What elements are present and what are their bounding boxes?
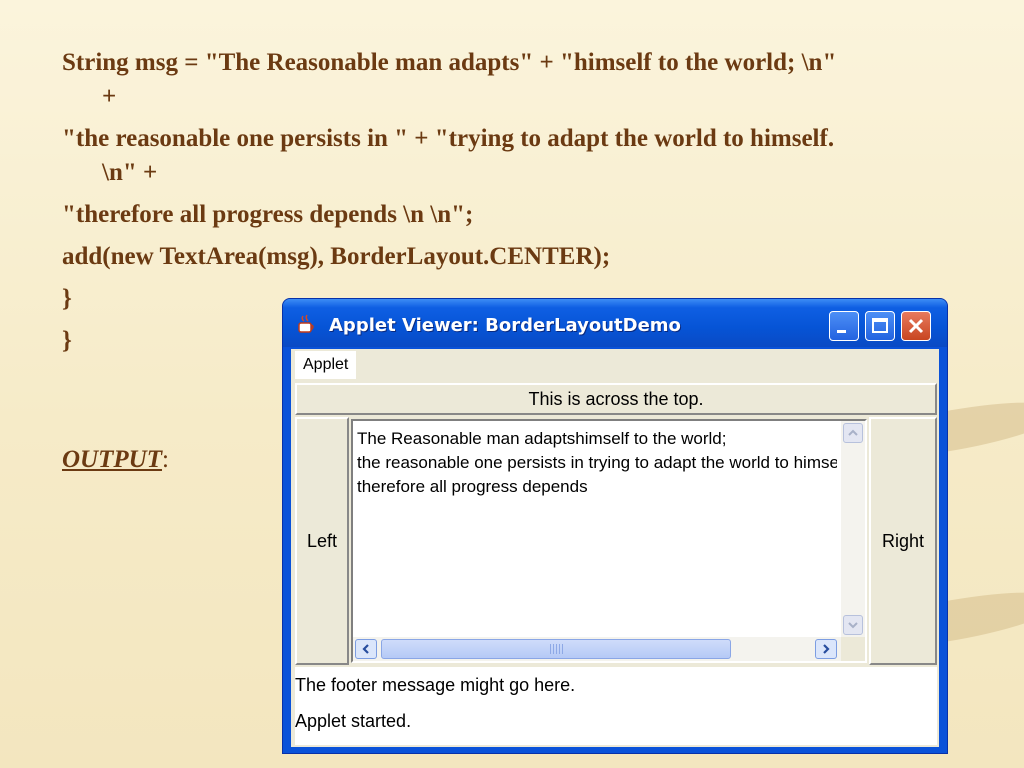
- vertical-scrollbar[interactable]: [841, 421, 865, 637]
- footer-panel: The footer message might go here. Applet…: [295, 667, 937, 745]
- code-line: "therefore all progress depends \n \n";: [62, 201, 474, 228]
- title-bar[interactable]: Applet Viewer: BorderLayoutDemo: [283, 299, 947, 347]
- footer-message: The footer message might go here.: [295, 675, 576, 695]
- menu-applet[interactable]: Applet: [295, 351, 357, 379]
- close-icon: [908, 318, 924, 334]
- scroll-up-button[interactable]: [843, 423, 863, 443]
- textarea-line: the reasonable one persists in trying to…: [357, 453, 837, 472]
- scroll-corner: [841, 637, 865, 661]
- java-cup-icon: [298, 314, 314, 333]
- right-button[interactable]: Right: [869, 417, 937, 665]
- status-text: Applet started.: [295, 711, 412, 731]
- close-button[interactable]: [901, 311, 931, 341]
- scroll-thumb[interactable]: [381, 639, 731, 659]
- code-line: add(new TextArea(msg), BorderLayout.CENT…: [62, 243, 611, 270]
- menu-bar: Applet: [291, 349, 939, 381]
- maximize-icon: [872, 318, 888, 333]
- textarea-line: therefore all progress depends: [357, 477, 588, 496]
- minimize-button[interactable]: [829, 311, 859, 341]
- scroll-up-icon: [848, 429, 858, 436]
- maximize-button[interactable]: [865, 311, 895, 341]
- horizontal-scrollbar[interactable]: [353, 637, 841, 661]
- minimize-icon: [837, 330, 846, 333]
- output-suffix: :: [161, 446, 169, 473]
- applet-viewer-window: Applet Viewer: BorderLayoutDemo Applet T…: [282, 298, 948, 754]
- scroll-right-icon: [823, 644, 830, 654]
- output-heading: OUTPUT:: [62, 446, 169, 474]
- top-button[interactable]: This is across the top.: [295, 383, 937, 415]
- scroll-down-button[interactable]: [843, 615, 863, 635]
- code-line: String msg = "The Reasonable man adapts"…: [62, 49, 837, 76]
- output-label: OUTPUT: [62, 446, 162, 473]
- left-button[interactable]: Left: [295, 417, 349, 665]
- scroll-left-button[interactable]: [355, 639, 377, 659]
- textarea-content: The Reasonable man adaptshimself to the …: [357, 427, 837, 499]
- applet-client-area: Applet This is across the top. Left Righ…: [291, 349, 939, 747]
- code-line: +: [102, 83, 117, 110]
- grip-icon: [550, 644, 564, 654]
- message-textarea[interactable]: The Reasonable man adaptshimself to the …: [351, 419, 867, 663]
- code-line: "the reasonable one persists in " + "try…: [62, 125, 835, 152]
- code-line: \n" +: [102, 159, 158, 186]
- scroll-right-button[interactable]: [815, 639, 837, 659]
- scroll-left-icon: [362, 644, 369, 654]
- window-title: Applet Viewer: BorderLayoutDemo: [329, 315, 681, 336]
- scroll-down-icon: [848, 622, 858, 629]
- textarea-line: The Reasonable man adaptshimself to the …: [357, 429, 727, 448]
